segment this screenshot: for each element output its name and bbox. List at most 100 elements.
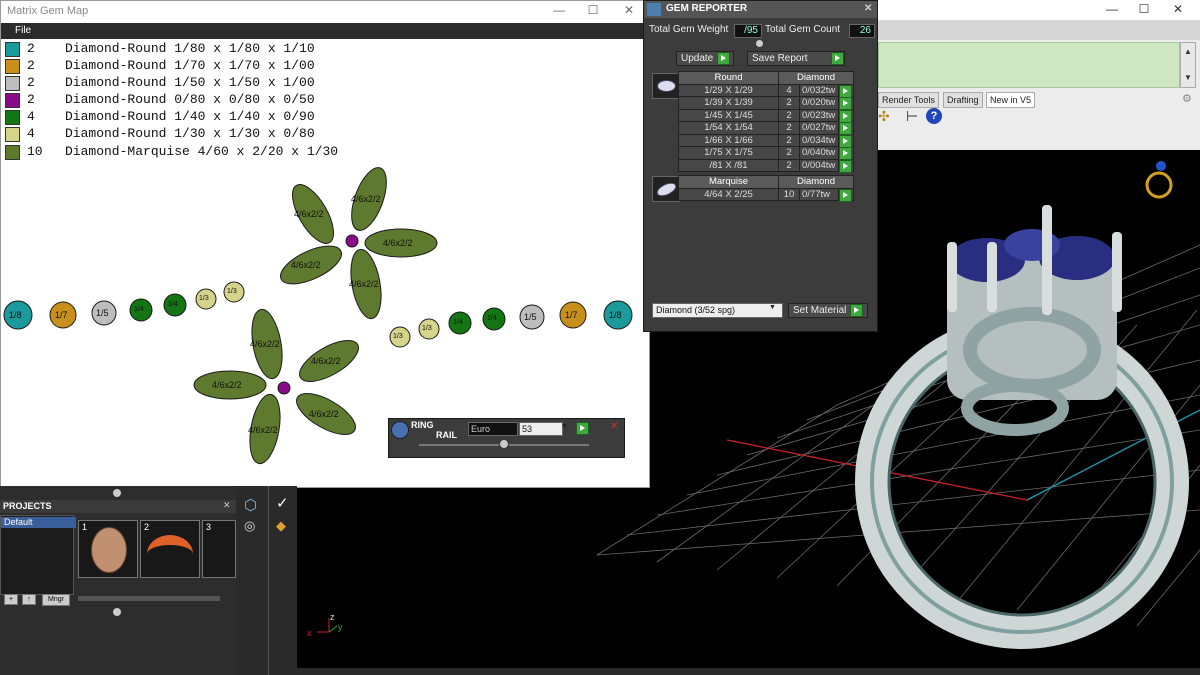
marquise-label: 4/6x2/2 — [294, 209, 324, 219]
gem-count: 2 — [778, 96, 800, 110]
reporter-close-icon[interactable]: ✕ — [864, 3, 872, 14]
ring-model[interactable] — [855, 205, 1189, 649]
row-go-button[interactable] — [838, 96, 854, 110]
stone-label: 1/7 — [565, 310, 578, 320]
scroll-up-icon[interactable]: ▲ — [1184, 47, 1192, 56]
project-item-default[interactable]: Default — [1, 517, 76, 528]
material-select[interactable]: Diamond (3/52 spg) — [652, 303, 783, 318]
host-minimize-button[interactable]: — — [1102, 2, 1122, 16]
stone-label: 1/3 — [199, 295, 209, 302]
row-go-button[interactable] — [838, 187, 854, 202]
ring-size-select[interactable]: 53 — [519, 422, 563, 436]
projects-close-icon[interactable]: ✕ — [223, 500, 231, 511]
group-tool-icon[interactable]: ✣ — [878, 108, 890, 125]
thumbnail-scrollbar[interactable] — [78, 596, 220, 601]
row-go-button[interactable] — [838, 146, 854, 160]
upper-marquise-cluster[interactable] — [275, 163, 438, 321]
scroll-down-icon[interactable]: ▼ — [1184, 73, 1192, 82]
table-row: 1/45 X 1/45 2 0/023tw — [678, 108, 854, 123]
project-thumbnail[interactable]: 3 — [202, 520, 236, 578]
marquise-label: 4/6x2/2 — [248, 425, 278, 435]
stone-label: 1/5 — [96, 308, 109, 318]
add-project-button[interactable]: + — [4, 594, 18, 605]
marquise-label: 4/6x2/2 — [383, 238, 413, 248]
splitter-handle[interactable] — [113, 489, 121, 497]
total-weight-value: /95 — [734, 24, 762, 38]
round-header: Round — [678, 71, 779, 85]
total-count-label: Total Gem Count — [765, 24, 841, 35]
tab-render-tools[interactable]: Render Tools — [878, 92, 939, 108]
row-go-button[interactable] — [838, 108, 854, 123]
upload-project-button[interactable]: ↑ — [22, 594, 36, 605]
ring-rail-panel: RING RAIL Euro 53 ▼ ✕ — [388, 418, 625, 458]
total-weight-label: Total Gem Weight — [649, 24, 729, 35]
table-row: 4/64 X 2/25 10 0/77tw — [678, 187, 854, 202]
gem-size: 1/75 X 1/75 — [678, 146, 779, 160]
gem-size: 4/64 X 2/25 — [678, 187, 779, 201]
host-close-button[interactable]: ✕ — [1168, 2, 1188, 16]
ring-orientation-icon[interactable] — [1145, 161, 1173, 199]
ring-rail-slider-handle[interactable] — [499, 439, 509, 449]
curve-tool-icon[interactable]: ⊢ — [906, 108, 918, 125]
stone-label: 1/4 — [168, 301, 178, 308]
marquise-gems-table: Marquise Diamond 4/64 X 2/25 10 0/77tw — [678, 175, 854, 202]
table-row: 1/54 X 1/54 2 0/027tw — [678, 121, 854, 135]
stone-label: 1/5 — [524, 312, 537, 322]
marquise-gem-icon — [654, 180, 679, 199]
marquise-label: 4/6x2/2 — [212, 380, 242, 390]
shape-tool-icon[interactable]: ◎ — [244, 518, 255, 534]
gem-size: 1/54 X 1/54 — [678, 121, 779, 135]
material-tool-icon[interactable]: ◆ — [276, 518, 286, 534]
ring-rail-apply-button[interactable] — [576, 422, 589, 435]
axis-y-label: y — [338, 622, 343, 632]
gem-count: 2 — [778, 158, 800, 172]
cube-tool-icon[interactable]: ⬡ — [244, 496, 257, 514]
gem-size: 1/29 X 1/29 — [678, 83, 779, 97]
set-material-go-icon[interactable] — [850, 304, 863, 317]
projects-bottom-handle[interactable] — [113, 608, 121, 616]
round-gems-table: Round Diamond 1/29 X 1/29 4 0/032tw 1/39… — [678, 71, 854, 173]
reporter-splitter-handle[interactable] — [756, 40, 763, 47]
projects-title: PROJECTS — [3, 501, 52, 511]
tab-new-in-v5[interactable]: New in V5 — [986, 92, 1036, 108]
gem-size: 1/45 X 1/45 — [678, 108, 779, 122]
round-stones-left[interactable] — [3, 281, 245, 330]
project-thumbnail[interactable]: 2 — [140, 520, 200, 578]
row-go-button[interactable] — [838, 121, 854, 135]
check-tool-icon[interactable]: ✓ — [276, 494, 289, 512]
marquise-diamond-header: Diamond — [778, 175, 854, 189]
ring-rail-label-1: RING — [411, 420, 434, 430]
marquise-label: 4/6x2/2 — [311, 356, 341, 366]
host-maximize-button[interactable]: ☐ — [1134, 2, 1154, 16]
project-list: Default — [0, 515, 76, 595]
ribbon-tabs: Render Tools Drafting New in V5 ⚙ — [876, 92, 1200, 108]
table-row: /81 X /81 2 0/004tw — [678, 158, 854, 173]
ring-rail-close-icon[interactable]: ✕ — [610, 421, 618, 432]
manager-button[interactable]: Mngr — [42, 594, 70, 606]
gem-weight: 0/020tw — [799, 96, 839, 110]
axis-z-label: z — [330, 612, 335, 622]
row-go-button[interactable] — [838, 158, 854, 173]
projects-header: PROJECTS ✕ — [0, 500, 236, 513]
project-thumbnail[interactable]: 1 — [78, 520, 138, 578]
update-go-icon[interactable] — [717, 52, 730, 65]
chevron-down-icon[interactable]: ▼ — [769, 304, 776, 311]
tab-drafting[interactable]: Drafting — [943, 92, 983, 108]
projects-splitter[interactable] — [0, 486, 236, 500]
help-icon[interactable]: ? — [926, 108, 942, 124]
axis-x-label: x — [307, 628, 312, 638]
gem-count: 4 — [778, 83, 800, 97]
ribbon-scrollbar[interactable]: ▲ ▼ — [1180, 42, 1196, 88]
tool-strip: ⬡ ✓ ◎ ◆ — [236, 486, 297, 675]
round-stones-right[interactable] — [389, 300, 633, 348]
row-go-button[interactable] — [838, 83, 854, 98]
thumbnail-number: 1 — [82, 522, 88, 532]
stone-label: 1/4 — [487, 315, 497, 322]
host-titlebar: — ☐ ✕ — [876, 0, 1200, 20]
row-go-button[interactable] — [838, 133, 854, 148]
settings-gear-icon[interactable]: ⚙ — [1182, 92, 1192, 105]
gem-weight: 0/027tw — [799, 121, 839, 135]
save-report-go-icon[interactable] — [831, 52, 844, 65]
ring-size-unit-field[interactable]: Euro — [468, 422, 518, 436]
chevron-down-icon[interactable]: ▼ — [561, 423, 568, 430]
